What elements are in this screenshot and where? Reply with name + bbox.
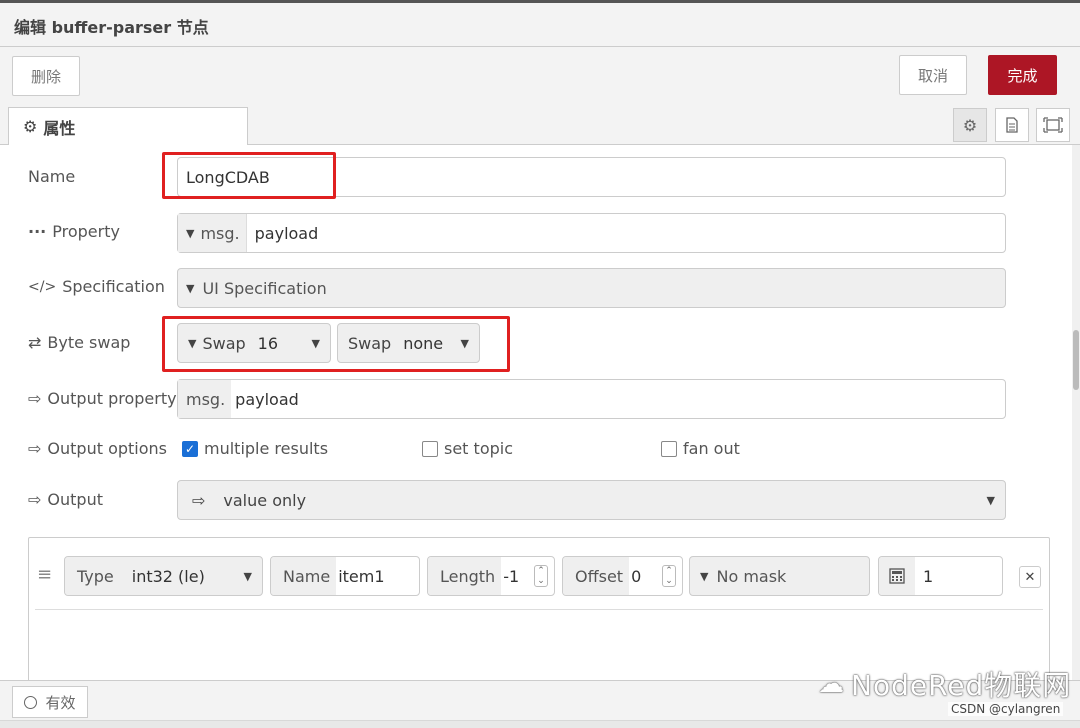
item-type-key: Type bbox=[65, 557, 120, 595]
output-options-label-text: Output options bbox=[47, 439, 167, 458]
output-options-label: ⇨ Output options bbox=[28, 439, 167, 458]
item-name-key: Name bbox=[271, 557, 337, 595]
output-property-label: ⇨ Output property bbox=[28, 389, 177, 408]
stepper-arrows-icon[interactable]: ⌃ ⌄ bbox=[534, 565, 548, 587]
set-topic-checkbox[interactable]: set topic bbox=[422, 439, 513, 458]
item-length-value: -1 bbox=[503, 566, 520, 586]
settings-tab-gear-icon[interactable]: ⚙ bbox=[953, 108, 987, 142]
byte-swap-highlight-box bbox=[162, 316, 510, 372]
remove-item-close-icon[interactable]: ✕ bbox=[1019, 566, 1041, 588]
cancel-button[interactable]: 取消 bbox=[899, 55, 967, 95]
sign-out-icon: ⇨ bbox=[28, 389, 42, 408]
vertical-scrollbar[interactable] bbox=[1072, 145, 1080, 680]
output-property-prefix: msg. bbox=[178, 380, 232, 418]
fan-out-label: fan out bbox=[683, 439, 740, 458]
caret-down-icon: ▼ bbox=[186, 226, 195, 240]
wechat-logo-icon: ☁ bbox=[818, 669, 845, 699]
specification-select[interactable]: ▼ UI Specification bbox=[177, 268, 1006, 308]
sign-out-icon: ⇨ bbox=[192, 490, 206, 510]
byte-swap-label-text: Byte swap bbox=[47, 333, 131, 352]
dialog-title: 编辑 buffer-parser 节点 bbox=[14, 18, 209, 37]
specification-label-text: Specification bbox=[62, 277, 165, 296]
item-offset-value: 0 bbox=[631, 566, 642, 586]
checkbox-checked-icon[interactable]: ✓ bbox=[182, 440, 198, 457]
item-name-input[interactable]: Name item1 bbox=[270, 556, 420, 596]
description-tab-document-icon[interactable] bbox=[995, 108, 1029, 142]
specification-value: UI Specification bbox=[202, 278, 327, 298]
multiple-results-label: multiple results bbox=[204, 439, 329, 458]
csdn-credit: CSDN @cylangren bbox=[948, 702, 1064, 716]
dialog-toolbar: 删除 取消 完成 bbox=[0, 47, 1080, 103]
appearance-tab-frame-icon[interactable] bbox=[1036, 108, 1070, 142]
property-value: payload bbox=[254, 223, 319, 243]
output-label: ⇨ Output bbox=[28, 490, 103, 509]
item-count-input[interactable]: 1 bbox=[878, 556, 1003, 596]
tab-bar: ⚙ 属性 ⚙ bbox=[0, 103, 1080, 146]
code-icon: </> bbox=[28, 278, 57, 295]
output-property-label-text: Output property bbox=[47, 389, 177, 408]
watermark: ☁ NodeRed物联网 bbox=[818, 664, 1071, 704]
name-highlight-box bbox=[162, 152, 336, 199]
property-prefix: msg. bbox=[200, 223, 240, 243]
item-offset-key: Offset bbox=[563, 557, 630, 595]
swap-arrows-icon: ⇄ bbox=[28, 333, 42, 352]
output-property-value: payload bbox=[235, 389, 299, 409]
property-input[interactable]: ▼ msg. payload bbox=[177, 213, 1006, 253]
caret-down-icon: ▼ bbox=[700, 569, 709, 583]
tab-properties[interactable]: ⚙ 属性 bbox=[8, 107, 248, 146]
circle-icon bbox=[24, 695, 38, 709]
name-label-text: Name bbox=[28, 167, 76, 186]
watermark-text: NodeRed物联网 bbox=[851, 669, 1072, 702]
output-select[interactable]: ⇨ value only ▼ bbox=[177, 480, 1006, 520]
checkbox-unchecked-icon[interactable] bbox=[661, 440, 677, 457]
property-type-select[interactable]: ▼ msg. bbox=[178, 214, 247, 252]
byte-swap-label: ⇄ Byte swap bbox=[28, 333, 130, 352]
item-name-value: item1 bbox=[338, 566, 385, 586]
item-type-select[interactable]: Type int32 (le) ▼ bbox=[64, 556, 263, 596]
enabled-toggle-label: 有效 bbox=[45, 693, 76, 712]
output-property-input[interactable]: msg. payload bbox=[177, 379, 1006, 419]
fan-out-checkbox[interactable]: fan out bbox=[661, 439, 740, 458]
item-length-input[interactable]: Length -1 ⌃ ⌄ bbox=[427, 556, 555, 596]
checkbox-unchecked-icon[interactable] bbox=[422, 440, 438, 457]
multiple-results-checkbox[interactable]: ✓ multiple results bbox=[182, 439, 328, 458]
item-mask-value: No mask bbox=[716, 566, 787, 586]
item-type-value: int32 (le) bbox=[131, 566, 205, 586]
specification-label: </> Specification bbox=[28, 277, 165, 296]
sign-out-icon: ⇨ bbox=[28, 490, 42, 509]
dialog-titlebar: 编辑 buffer-parser 节点 bbox=[0, 3, 1080, 47]
property-label-text: Property bbox=[52, 222, 120, 241]
item-offset-input[interactable]: Offset 0 ⌃ ⌄ bbox=[562, 556, 683, 596]
output-label-text: Output bbox=[47, 490, 103, 509]
item-length-key: Length bbox=[428, 557, 502, 595]
done-button[interactable]: 完成 bbox=[988, 55, 1057, 95]
enabled-toggle-button[interactable]: 有效 bbox=[12, 686, 88, 718]
item-mask-select[interactable]: ▼ No mask bbox=[689, 556, 870, 596]
name-label: Name bbox=[28, 167, 75, 186]
dropdown-arrow-icon: ▼ bbox=[986, 493, 995, 507]
dropdown-arrow-icon: ▼ bbox=[243, 569, 252, 583]
tab-properties-label: 属性 bbox=[43, 118, 76, 138]
property-label: ··· Property bbox=[28, 222, 120, 241]
calculator-icon bbox=[879, 557, 915, 595]
ellipsis-icon: ··· bbox=[28, 222, 47, 241]
drag-handle-icon[interactable]: ≡ bbox=[37, 564, 52, 585]
gear-icon: ⚙ bbox=[23, 117, 38, 136]
bottom-strip bbox=[0, 720, 1080, 728]
output-value: value only bbox=[223, 490, 307, 510]
set-topic-label: set topic bbox=[444, 439, 513, 458]
row-divider bbox=[35, 609, 1043, 610]
sign-out-icon: ⇨ bbox=[28, 439, 42, 458]
scrollbar-thumb[interactable] bbox=[1073, 330, 1079, 390]
caret-down-icon: ▼ bbox=[186, 281, 195, 295]
delete-button[interactable]: 删除 bbox=[12, 56, 80, 96]
stepper-arrows-icon[interactable]: ⌃ ⌄ bbox=[662, 565, 676, 587]
item-count-value: 1 bbox=[923, 566, 934, 586]
